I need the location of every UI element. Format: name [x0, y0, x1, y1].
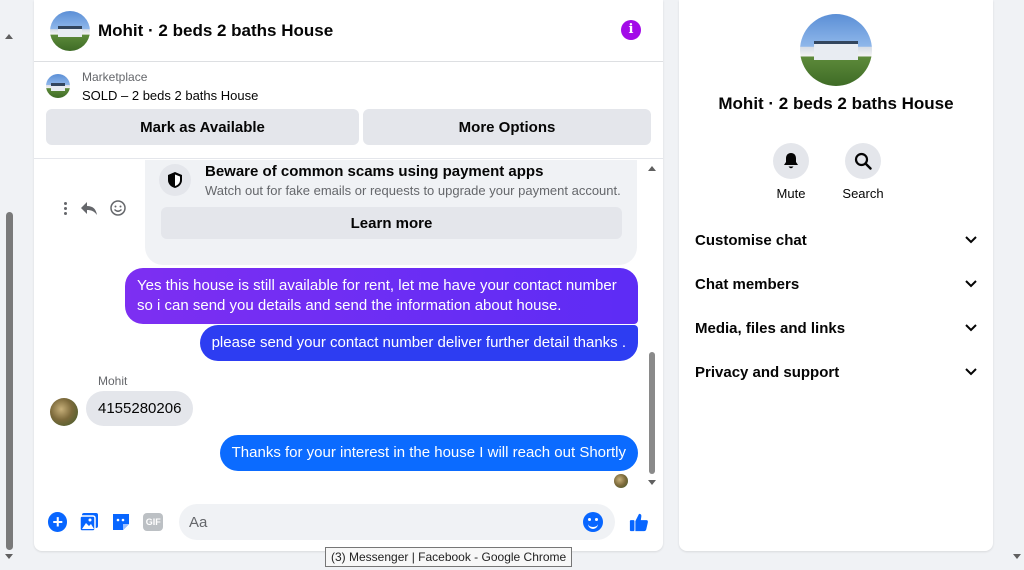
section-privacy-support[interactable]: Privacy and support: [695, 350, 979, 394]
react-icon[interactable]: [110, 200, 126, 216]
reply-icon[interactable]: [80, 200, 98, 216]
message-scroll-up-arrow-icon[interactable]: [648, 166, 656, 171]
listing-title[interactable]: SOLD – 2 beds 2 baths House: [82, 88, 258, 103]
section-chat-members[interactable]: Chat members: [695, 262, 979, 306]
search-label: Search: [842, 186, 884, 201]
scam-warning-title: Beware of common scams using payment app…: [205, 163, 544, 180]
search-icon[interactable]: [845, 143, 881, 179]
scroll-down-arrow-icon[interactable]: [5, 554, 13, 559]
window-title-tooltip: (3) Messenger | Facebook - Google Chrome: [325, 547, 573, 567]
seen-receipt-avatar: [614, 474, 628, 488]
mute-button[interactable]: Mute: [773, 143, 809, 201]
profile-actions: Mute Search: [773, 143, 884, 201]
section-label: Privacy and support: [695, 363, 840, 381]
gif-icon[interactable]: GIF: [143, 513, 163, 531]
chevron-down-icon: [963, 232, 979, 248]
message-scrollbar-thumb[interactable]: [649, 352, 655, 474]
plus-icon[interactable]: +: [48, 512, 68, 532]
section-media-files-links[interactable]: Media, files and links: [695, 306, 979, 350]
scroll-up-arrow-icon[interactable]: [5, 34, 13, 39]
chat-panel: Mohit · 2 beds 2 baths House i Marketpla…: [34, 0, 663, 551]
more-dots-icon[interactable]: [64, 201, 68, 215]
section-label: Customise chat: [695, 231, 807, 249]
shield-icon: [159, 164, 191, 196]
chevron-down-icon: [963, 276, 979, 292]
message-input-wrapper: [178, 504, 615, 540]
learn-more-button[interactable]: Learn more: [161, 207, 622, 239]
mark-available-button[interactable]: Mark as Available: [46, 109, 359, 145]
section-customise-chat[interactable]: Customise chat: [695, 218, 979, 262]
message-bubble-incoming[interactable]: 4155280206: [86, 391, 194, 426]
message-input[interactable]: [178, 513, 579, 531]
chevron-down-icon: [963, 364, 979, 380]
page-scrollbar-thumb[interactable]: [6, 212, 13, 550]
chevron-down-icon: [963, 320, 979, 336]
message-hover-actions: [64, 200, 126, 216]
emoji-icon[interactable]: [583, 512, 603, 532]
search-button[interactable]: Search: [842, 143, 884, 201]
section-label: Chat members: [695, 275, 800, 293]
section-label: Media, files and links: [695, 319, 846, 337]
scam-warning-card: Beware of common scams using payment app…: [145, 160, 637, 265]
right-scrollbar[interactable]: [1010, 0, 1024, 570]
message-scroll-down-arrow-icon[interactable]: [648, 480, 656, 485]
mute-label: Mute: [776, 186, 806, 201]
sender-name: Mohit: [98, 374, 128, 388]
info-icon[interactable]: i: [621, 20, 641, 40]
message-bubble-outgoing[interactable]: please send your contact number deliver …: [199, 325, 638, 361]
info-sections: Customise chat Chat members Media, files…: [695, 218, 979, 394]
message-list[interactable]: Beware of common scams using payment app…: [34, 160, 663, 492]
chat-avatar[interactable]: [50, 10, 90, 51]
more-options-button[interactable]: More Options: [363, 109, 651, 145]
listing-thumbnail[interactable]: [46, 74, 70, 98]
profile-avatar[interactable]: [800, 14, 872, 86]
page-scrollbar[interactable]: [0, 0, 18, 570]
sender-avatar[interactable]: [50, 398, 78, 426]
right-scroll-down-arrow-icon[interactable]: [1013, 554, 1021, 559]
chat-header: Mohit · 2 beds 2 baths House i: [34, 0, 663, 62]
bell-icon[interactable]: [773, 143, 809, 179]
scam-warning-subtitle: Watch out for fake emails or requests to…: [205, 183, 621, 198]
conversation-info-panel: Mohit · 2 beds 2 baths House Mute Search…: [679, 0, 993, 551]
sticker-icon[interactable]: [111, 512, 131, 532]
message-scrollbar[interactable]: [647, 162, 657, 486]
photo-icon[interactable]: [79, 512, 99, 532]
chat-title[interactable]: Mohit · 2 beds 2 baths House: [98, 21, 333, 41]
like-icon[interactable]: [629, 512, 649, 532]
marketplace-label: Marketplace: [82, 70, 148, 84]
composer: + GIF: [34, 498, 663, 546]
message-bubble-outgoing[interactable]: Yes this house is still available for re…: [125, 268, 638, 324]
profile-title[interactable]: Mohit · 2 beds 2 baths House: [679, 94, 993, 114]
marketplace-banner: Marketplace SOLD – 2 beds 2 baths House …: [34, 62, 663, 159]
message-bubble-outgoing[interactable]: Thanks for your interest in the house I …: [219, 435, 638, 471]
